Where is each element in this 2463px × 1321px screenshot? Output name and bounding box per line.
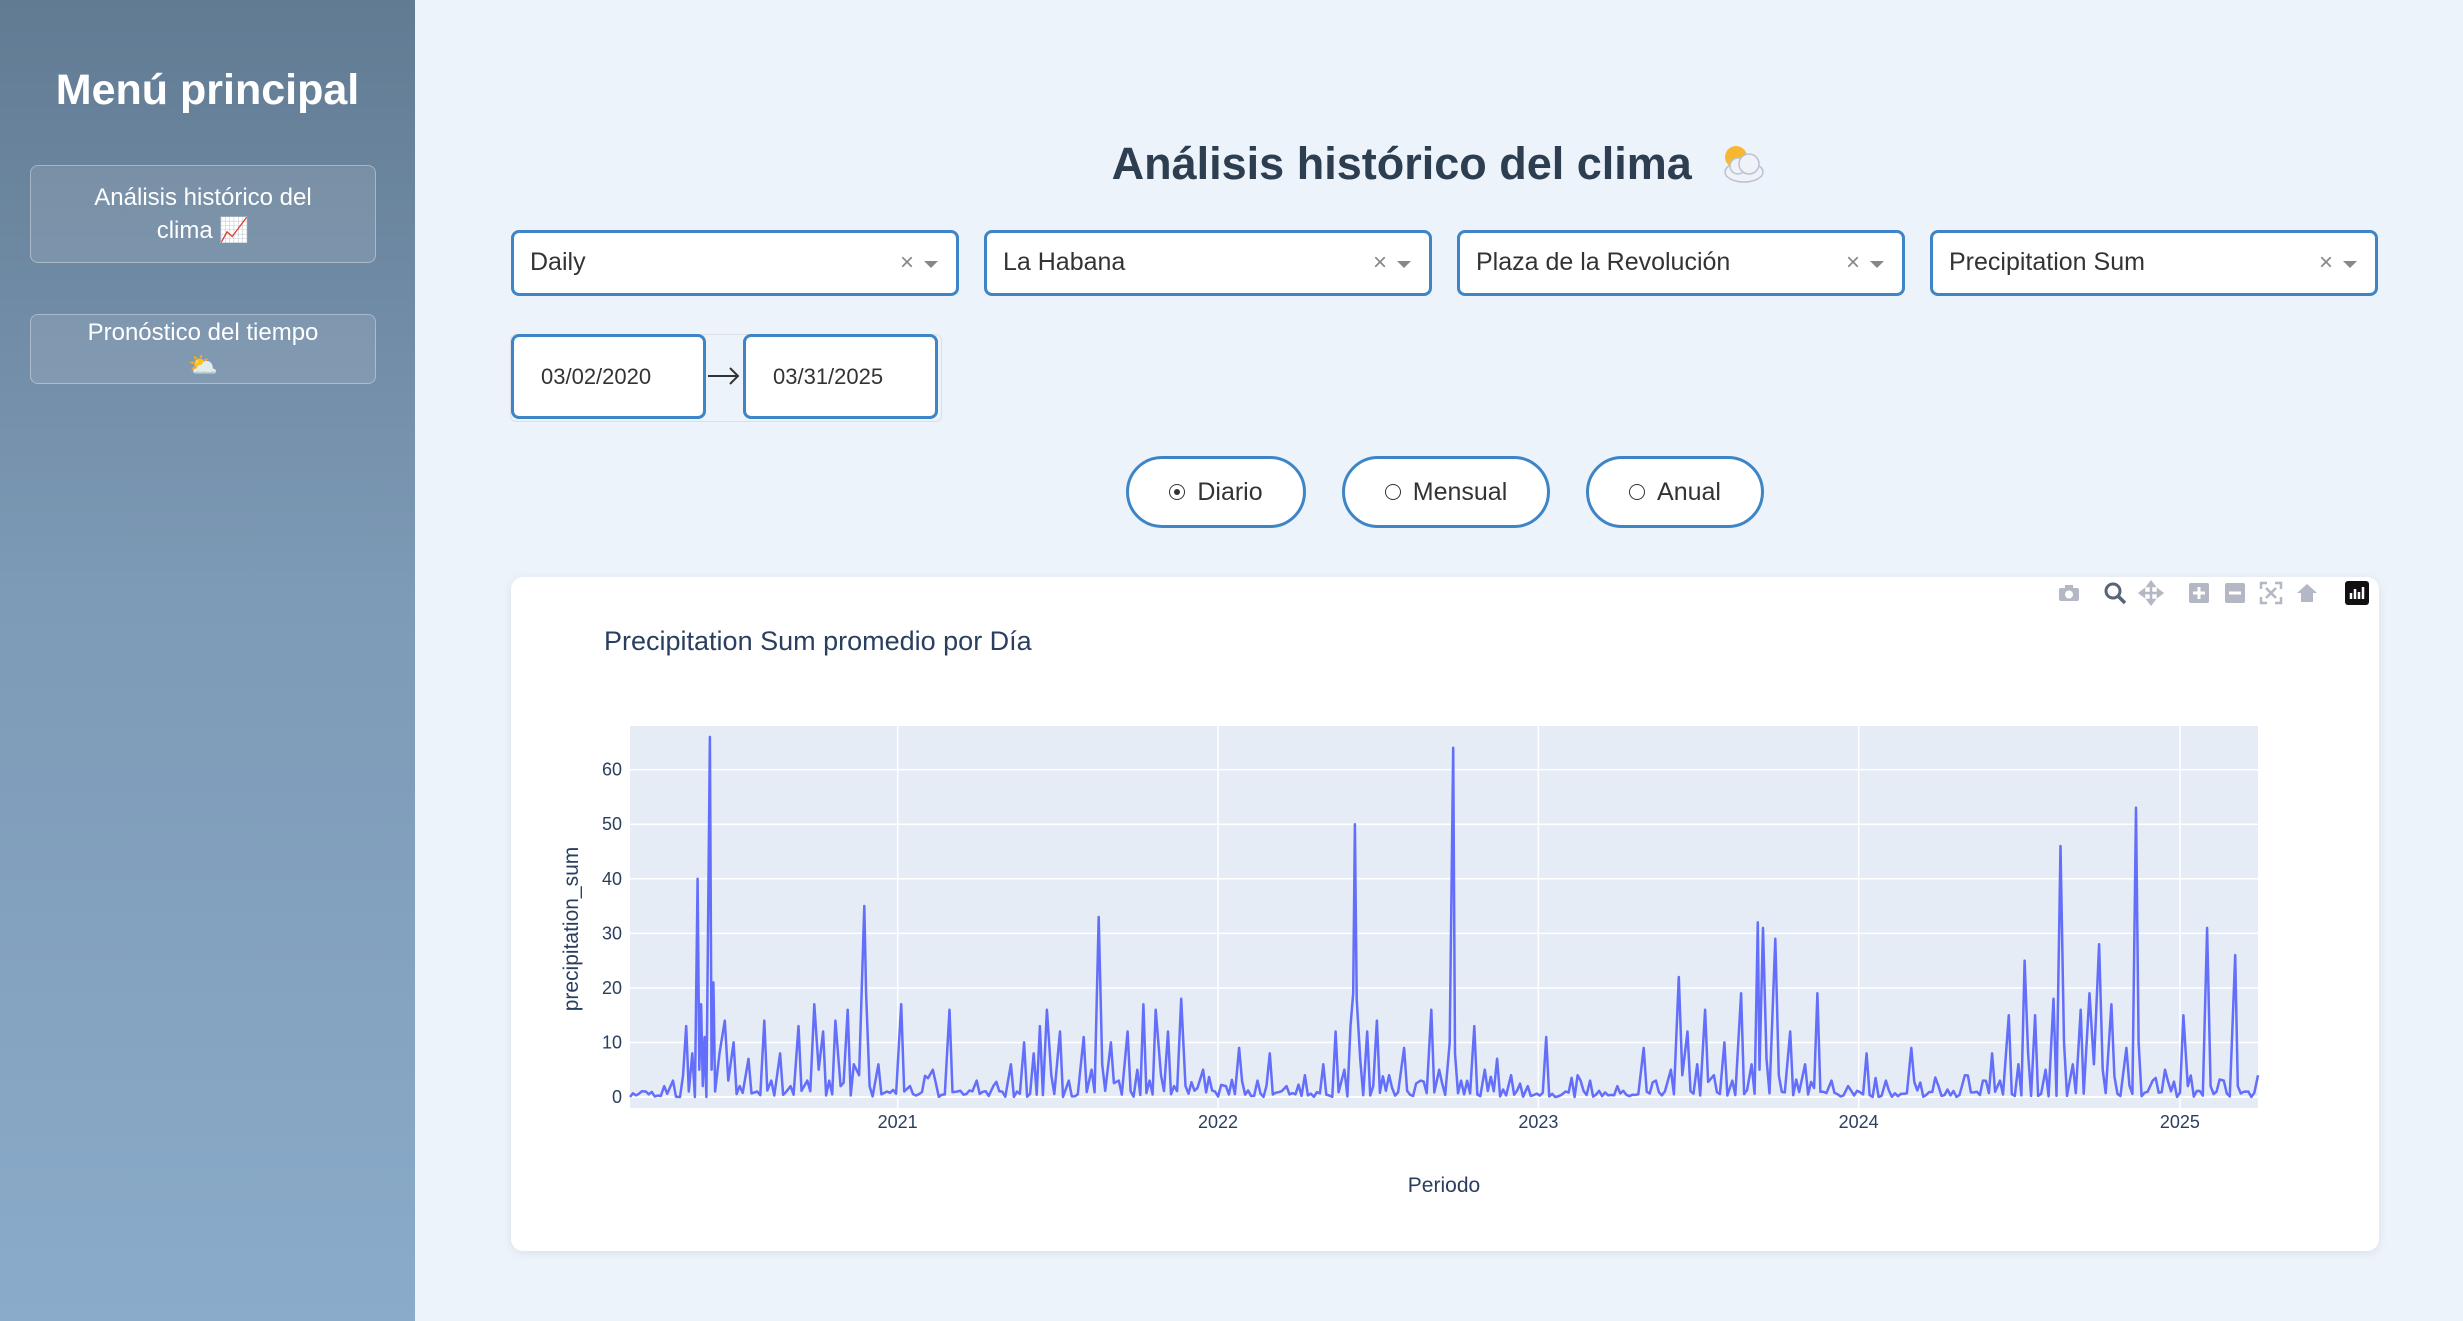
sidebar-item-label: Pronóstico del tiempo [87, 318, 319, 346]
y-tick-label: 0 [612, 1087, 622, 1107]
y-tick-label: 10 [602, 1032, 622, 1052]
zoom-icon[interactable] [2102, 580, 2128, 606]
page-title: Análisis histórico del clima [415, 138, 2463, 190]
sidebar-item-forecast[interactable]: Pronóstico del tiempo ⛅ [30, 314, 376, 384]
plot-area[interactable] [630, 726, 2258, 1108]
sidebar-item-historical-analysis[interactable]: Análisis histórico del clima 📈 [30, 165, 376, 263]
sun-behind-cloud-icon: ⛅ [188, 350, 218, 379]
frequency-dropdown[interactable]: Daily × [511, 230, 959, 296]
clear-icon[interactable]: × [1373, 249, 1387, 277]
radio-unchecked-icon [1384, 484, 1401, 500]
chevron-down-icon[interactable] [1397, 261, 1411, 268]
chart-title: Precipitation Sum promedio por Día [604, 626, 1033, 656]
radio-option-diario[interactable]: Diario [1126, 456, 1306, 528]
radio-label: Diario [1197, 477, 1263, 506]
variable-dropdown[interactable]: Precipitation Sum × [1930, 230, 2378, 296]
y-tick-label: 30 [602, 923, 622, 943]
plotly-logo-icon[interactable] [2344, 580, 2370, 606]
y-tick-label: 50 [602, 814, 622, 834]
zoom-out-icon[interactable] [2222, 580, 2248, 606]
reset-axes-icon[interactable] [2294, 580, 2320, 606]
province-dropdown[interactable]: La Habana × [984, 230, 1432, 296]
zoom-in-icon[interactable] [2186, 580, 2212, 606]
pan-icon[interactable] [2138, 580, 2164, 606]
radio-label: Anual [1657, 477, 1721, 506]
x-tick-label: 2025 [2160, 1112, 2200, 1132]
chart-increasing-icon: 📈 [219, 215, 250, 244]
y-tick-label: 40 [602, 869, 622, 889]
radio-option-anual[interactable]: Anual [1586, 456, 1764, 528]
precipitation-chart: Precipitation Sum promedio por Día 0 10 20… [560, 626, 2260, 1197]
start-date-input[interactable]: 03/02/2020 [511, 334, 706, 419]
x-tick-label: 2021 [878, 1112, 918, 1132]
y-tick-label: 60 [602, 760, 622, 780]
frequency-value: Daily [530, 248, 586, 276]
radio-unchecked-icon [1629, 484, 1646, 500]
sidebar: Menú principal Análisis histórico del cl… [0, 0, 415, 1321]
sidebar-title: Menú principal [55, 66, 360, 114]
chevron-down-icon[interactable] [2343, 261, 2357, 268]
radio-checked-icon [1169, 484, 1186, 500]
end-date-input[interactable]: 03/31/2025 [743, 334, 938, 419]
x-tick-label: 2022 [1198, 1112, 1238, 1132]
radio-label: Mensual [1412, 477, 1508, 506]
clear-icon[interactable]: × [900, 249, 914, 277]
x-tick-label: 2023 [1518, 1112, 1558, 1132]
variable-value: Precipitation Sum [1949, 248, 2145, 276]
camera-icon[interactable] [2056, 580, 2082, 606]
municipality-value: Plaza de la Revolución [1476, 248, 1731, 276]
sidebar-item-label: Análisis histórico del clima [94, 183, 312, 244]
y-axis-label: precipitation_sum [560, 847, 583, 1012]
chevron-down-icon[interactable] [1870, 261, 1884, 268]
y-tick-label: 20 [602, 978, 622, 998]
x-axis-label: Periodo [1408, 1174, 1480, 1197]
chevron-down-icon[interactable] [924, 261, 938, 268]
arrow-right-icon [708, 367, 740, 385]
page-title-text: Análisis histórico del clima [1111, 138, 1692, 189]
clear-icon[interactable]: × [2319, 249, 2333, 277]
clear-icon[interactable]: × [1846, 249, 1860, 277]
municipality-dropdown[interactable]: Plaza de la Revolución × [1457, 230, 1905, 296]
x-tick-label: 2024 [1839, 1112, 1879, 1132]
radio-option-mensual[interactable]: Mensual [1342, 456, 1550, 528]
province-value: La Habana [1003, 248, 1126, 276]
autoscale-icon[interactable] [2258, 580, 2284, 606]
sun-behind-cloud-icon [1724, 146, 1765, 183]
